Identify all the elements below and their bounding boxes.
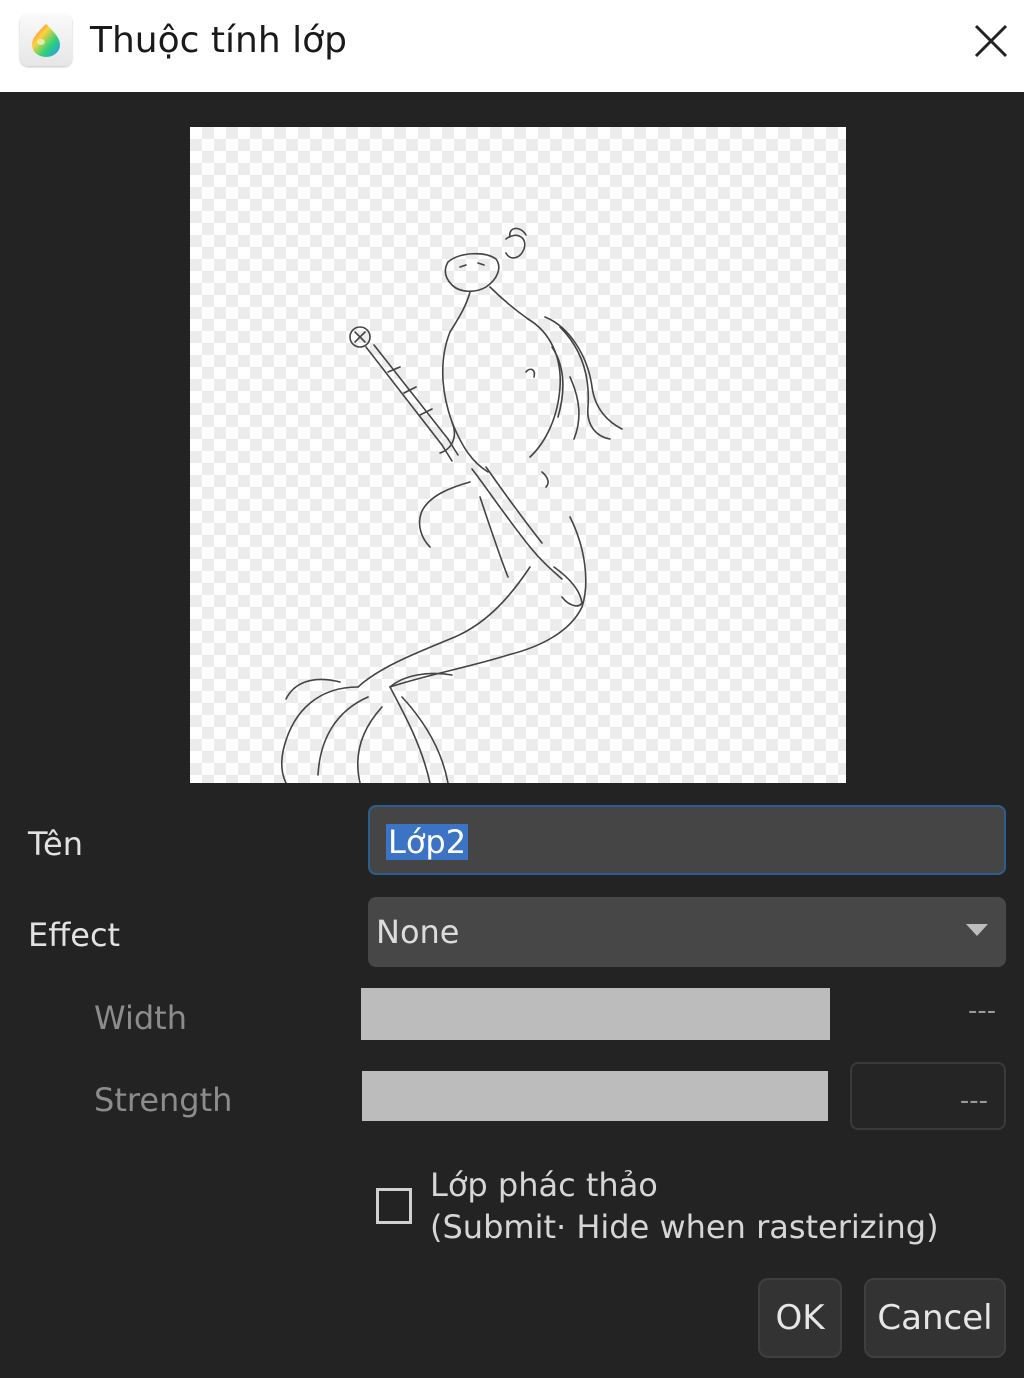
name-label: Tên (28, 825, 84, 863)
sketch-drawing (281, 227, 623, 783)
window-title: Thuộc tính lớp (90, 20, 347, 61)
strength-value: --- (959, 1086, 988, 1116)
cancel-button[interactable]: Cancel (864, 1278, 1006, 1358)
effect-select[interactable]: None (368, 897, 1006, 967)
chevron-down-icon (966, 924, 988, 936)
layer-thumbnail (190, 127, 846, 783)
layer-name-value: Lớp2 (386, 823, 469, 861)
strength-value-field[interactable]: --- (850, 1062, 1006, 1130)
medibang-paint-logo-icon (20, 14, 72, 66)
draft-layer-checkbox[interactable] (376, 1188, 412, 1224)
width-value: --- (968, 996, 997, 1026)
close-button[interactable] (960, 10, 1020, 70)
draft-layer-label: Lớp phác thảo (430, 1166, 658, 1204)
draft-layer-sublabel: (Submit· Hide when rasterizing) (430, 1208, 939, 1246)
strength-slider[interactable] (362, 1071, 828, 1121)
effect-selected-value: None (376, 913, 460, 951)
ok-button[interactable]: OK (758, 1278, 842, 1358)
layer-name-input[interactable]: Lớp2 (368, 805, 1006, 875)
effect-label: Effect (28, 916, 121, 954)
strength-label: Strength (94, 1081, 233, 1119)
width-label: Width (94, 999, 187, 1037)
width-slider[interactable] (361, 988, 830, 1040)
title-bar: Thuộc tính lớp (0, 0, 1024, 92)
close-icon (974, 24, 1008, 58)
